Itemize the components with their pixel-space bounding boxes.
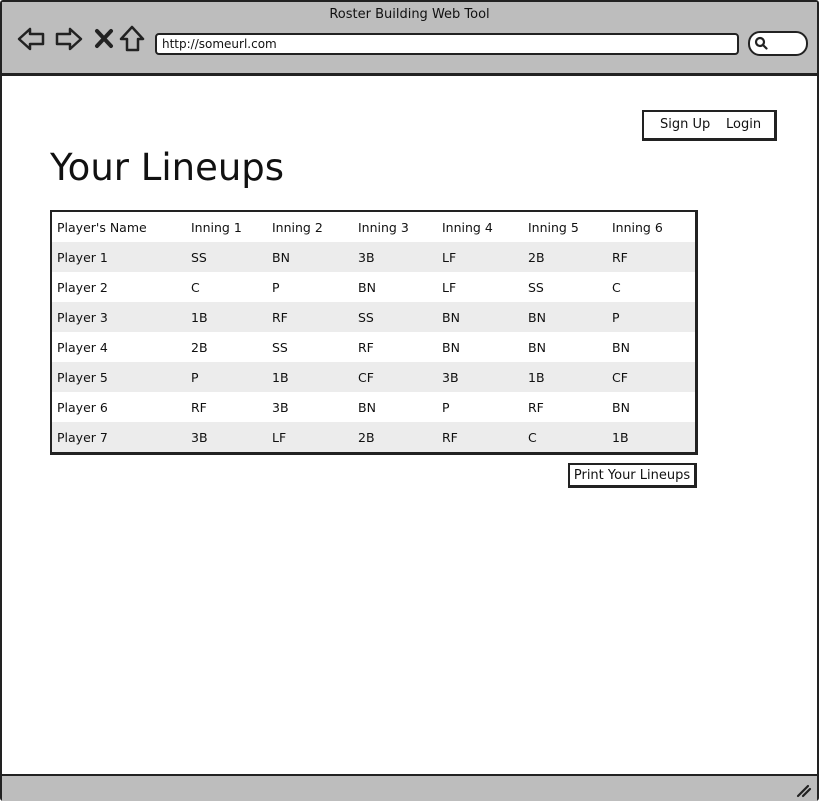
browser-toolbar: Roster Building Web Tool http://someurl.…	[2, 2, 817, 76]
auth-links: Sign Up Login	[642, 110, 777, 141]
column-header-inning-4: Inning 4	[442, 219, 493, 235]
position-cell: 1B	[186, 302, 267, 332]
position-cell: SS	[353, 302, 437, 332]
position-cell: RF	[437, 422, 523, 452]
position-cell: 1B	[607, 422, 695, 452]
table-row: Player 5 P 1B CF 3B 1B CF	[52, 362, 695, 392]
position-cell: 3B	[353, 242, 437, 272]
status-bar	[2, 774, 817, 801]
table-body: Player 1 SS BN 3B LF 2B RF Player 2 C P BN LF SS C Pla…	[52, 242, 695, 452]
position-cell: BN	[528, 339, 546, 355]
position-cell: BN	[358, 399, 376, 415]
position-cell: CF	[353, 362, 437, 392]
position-cell: LF	[267, 422, 353, 452]
player-name-cell: Player 5	[52, 362, 186, 392]
position-cell: 1B	[523, 362, 607, 392]
position-cell: LF	[437, 242, 523, 272]
position-cell: BN	[442, 339, 460, 355]
position-cell: 3B	[272, 399, 289, 415]
position-cell: 2B	[353, 422, 437, 452]
position-cell: P	[272, 279, 280, 295]
column-header-inning-5: Inning 5	[528, 219, 579, 235]
position-cell: RF	[191, 399, 207, 415]
sign-up-link[interactable]: Sign Up	[660, 117, 710, 132]
position-cell: CF	[607, 362, 695, 392]
table-row: Player 2 C P BN LF SS C	[52, 272, 695, 302]
position-cell: C	[523, 422, 607, 452]
position-cell: 2B	[523, 242, 607, 272]
table-row: Player 7 3B LF 2B RF C 1B	[52, 422, 695, 452]
position-cell: BN	[523, 302, 607, 332]
address-bar[interactable]: http://someurl.com	[155, 33, 739, 55]
position-cell: LF	[442, 279, 457, 295]
table-row: Player 4 2B SS RF BN BN BN	[52, 332, 695, 362]
search-icon	[754, 36, 768, 50]
back-arrow-icon[interactable]	[16, 24, 46, 54]
column-header-inning-3: Inning 3	[358, 219, 409, 235]
column-header-inning-6: Inning 6	[612, 219, 663, 235]
position-cell: SS	[186, 242, 267, 272]
position-cell: RF	[358, 339, 374, 355]
header-row: Player's Name Inning 1 Inning 2 Inning 3 Inn…	[52, 212, 695, 242]
window-title: Roster Building Web Tool	[329, 7, 490, 22]
column-header-player-name: Player's Name	[57, 219, 147, 235]
position-cell: P	[442, 399, 450, 415]
player-name-cell: Player 3	[52, 302, 186, 332]
resize-grip-icon[interactable]	[795, 781, 813, 799]
position-cell: 2B	[191, 339, 208, 355]
position-cell: BN	[437, 302, 523, 332]
player-name-cell: Player 6	[57, 399, 108, 415]
table-row: Player 3 1B RF SS BN BN P	[52, 302, 695, 332]
column-header-inning-1: Inning 1	[191, 219, 242, 235]
table-row: Player 6 RF 3B BN P RF BN	[52, 392, 695, 422]
player-name-cell: Player 2	[57, 279, 108, 295]
print-lineups-button[interactable]: Print Your Lineups	[568, 463, 697, 488]
home-icon[interactable]	[118, 24, 148, 54]
position-cell: BN	[612, 339, 630, 355]
page-title: Your Lineups	[50, 146, 285, 189]
login-link[interactable]: Login	[726, 117, 761, 132]
position-cell: 1B	[267, 362, 353, 392]
position-cell: P	[186, 362, 267, 392]
player-name-cell: Player 1	[52, 242, 186, 272]
column-header-inning-2: Inning 2	[272, 219, 323, 235]
forward-arrow-icon[interactable]	[54, 24, 84, 54]
player-name-cell: Player 4	[57, 339, 108, 355]
table-row: Player 1 SS BN 3B LF 2B RF	[52, 242, 695, 272]
position-cell: SS	[528, 279, 544, 295]
position-cell: SS	[272, 339, 288, 355]
position-cell: RF	[528, 399, 544, 415]
position-cell: BN	[267, 242, 353, 272]
browser-search-field[interactable]	[748, 31, 808, 56]
position-cell: 3B	[437, 362, 523, 392]
lineups-table: Player's Name Inning 1 Inning 2 Inning 3 Inn…	[50, 210, 698, 455]
position-cell: BN	[358, 279, 376, 295]
player-name-cell: Player 7	[52, 422, 186, 452]
browser-window: Roster Building Web Tool http://someurl.…	[0, 0, 819, 801]
position-cell: RF	[607, 242, 695, 272]
position-cell: BN	[612, 399, 630, 415]
position-cell: P	[607, 302, 695, 332]
close-icon[interactable]	[90, 24, 120, 54]
table-header: Player's Name Inning 1 Inning 2 Inning 3 Inn…	[52, 212, 695, 242]
position-cell: C	[191, 279, 200, 295]
position-cell: C	[612, 279, 621, 295]
position-cell: RF	[267, 302, 353, 332]
position-cell: 3B	[186, 422, 267, 452]
